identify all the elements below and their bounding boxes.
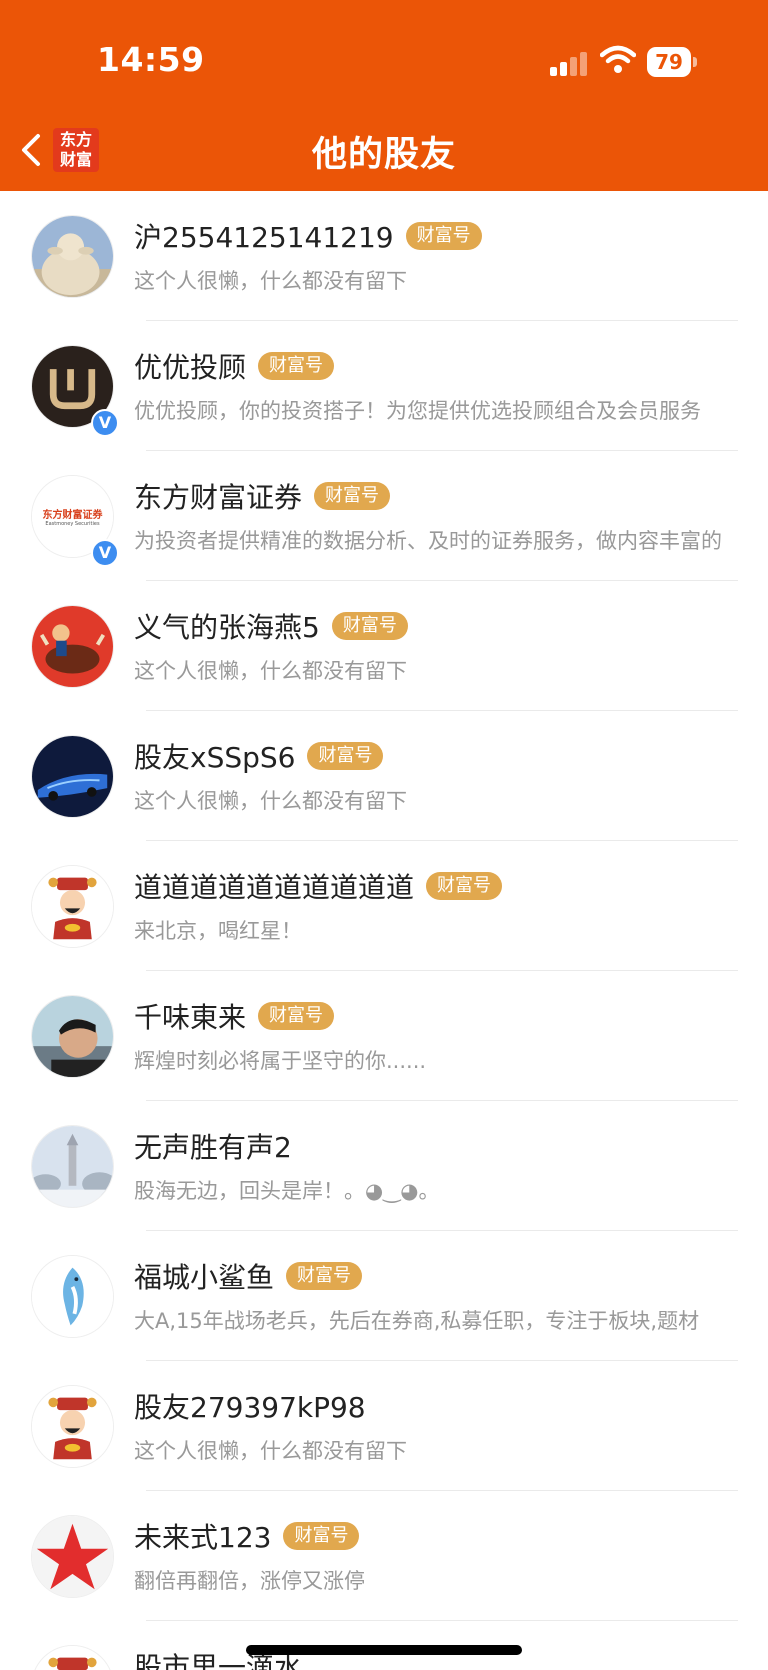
- list-item[interactable]: 道道道道道道道道道道 财富号来北京，喝红星！: [0, 841, 768, 971]
- user-name: 东方财富证券: [134, 481, 303, 514]
- verified-icon: V: [91, 539, 119, 567]
- user-description: 股海无边，回头是岸！。◕‿◕。: [134, 1179, 440, 1203]
- fortune-badge: 财富号: [286, 1262, 363, 1290]
- fortune-badge: 财富号: [405, 222, 482, 250]
- user-description: 来北京，喝红星！: [134, 919, 302, 943]
- battery-icon: 79: [647, 47, 697, 77]
- avatar-logo-text: 东方财富证券: [42, 510, 103, 521]
- avatar[interactable]: [31, 865, 114, 948]
- fortune-badge: 财富号: [283, 1522, 360, 1550]
- list-item[interactable]: 沪2554125141219 财富号这个人很懒，什么都没有留下: [0, 191, 768, 321]
- fortune-badge: 财富号: [258, 352, 335, 380]
- user-description: 辉煌时刻必将属于坚守的你......: [134, 1049, 427, 1073]
- user-description: 这个人很懒，什么都没有留下: [134, 789, 407, 813]
- avatar[interactable]: [31, 735, 114, 818]
- fortune-badge: 财富号: [331, 612, 408, 640]
- user-name: 股友279397kP98: [134, 1391, 366, 1424]
- list-item[interactable]: 东方财富证券 Eastmoney Securities V 东方财富证券 财富号 为投资者…: [0, 451, 768, 581]
- list-item[interactable]: 股友xSSpS6 财富号这个人很懒，什么都没有留下: [0, 711, 768, 841]
- user-name: 道道道道道道道道道道: [134, 871, 415, 904]
- user-name: 股友xSSpS6: [134, 741, 296, 774]
- user-description: 优优投顾，你的投资搭子！为您提供优选投顾组合及会员服务: [134, 399, 701, 423]
- avatar[interactable]: [31, 1645, 114, 1670]
- home-indicator: [246, 1645, 522, 1655]
- status-time: 14:59: [97, 40, 205, 79]
- list-item[interactable]: 千味東来 财富号辉煌时刻必将属于坚守的你......: [0, 971, 768, 1101]
- friend-list: 沪2554125141219 财富号 这个人很懒，什么都没有留下 V 优优投顾 财富号 优优…: [0, 191, 768, 1670]
- list-item[interactable]: 未来式123 财富号翻倍再翻倍，涨停又涨停: [0, 1491, 768, 1621]
- list-item[interactable]: V 优优投顾 财富号优优投顾，你的投资搭子！为您提供优选投顾组合及会员服务: [0, 321, 768, 451]
- avatar[interactable]: [31, 995, 114, 1078]
- user-name: 沪2554125141219: [134, 221, 394, 254]
- user-description: 这个人很懒，什么都没有留下: [134, 269, 407, 293]
- fortune-badge: 财富号: [307, 742, 384, 770]
- user-name: 优优投顾: [134, 351, 247, 384]
- list-item[interactable]: 无声胜有声2 股海无边，回头是岸！。◕‿◕。: [0, 1101, 768, 1231]
- avatar[interactable]: [31, 1125, 114, 1208]
- user-description: 这个人很懒，什么都没有留下: [134, 1439, 407, 1463]
- user-name: 福城小鲨鱼: [134, 1261, 275, 1294]
- page-title: 他的股友: [311, 135, 456, 175]
- list-item[interactable]: 股友279397kP98 这个人很懒，什么都没有留下: [0, 1361, 768, 1491]
- user-name: 未来式123: [134, 1521, 272, 1554]
- user-name: 千味東来: [134, 1001, 247, 1034]
- avatar[interactable]: [31, 1385, 114, 1468]
- wifi-icon: [599, 45, 637, 75]
- fortune-badge: 财富号: [426, 872, 503, 900]
- avatar-logo-subtext: Eastmoney Securities: [45, 521, 100, 527]
- user-description: 大A,15年战场老兵，先后在券商,私募任职，专注于板块,题材: [134, 1309, 700, 1333]
- list-item[interactable]: 福城小鲨鱼 财富号大A,15年战场老兵，先后在券商,私募任职，专注于板块,题材: [0, 1231, 768, 1361]
- user-name: 义气的张海燕5: [134, 611, 320, 644]
- user-name: 无声胜有声2: [134, 1131, 292, 1164]
- fortune-badge: 财富号: [258, 1002, 335, 1030]
- verified-icon: V: [91, 409, 119, 437]
- avatar[interactable]: [31, 1255, 114, 1338]
- user-description: 这个人很懒，什么都没有留下: [134, 659, 407, 683]
- list-item[interactable]: 义气的张海燕5 财富号这个人很懒，什么都没有留下: [0, 581, 768, 711]
- fortune-badge: 财富号: [314, 482, 391, 510]
- battery-level: 79: [647, 47, 691, 77]
- user-description: 为投资者提供精准的数据分析、及时的证券服务，做内容丰富的: [134, 529, 722, 553]
- avatar[interactable]: [31, 1515, 114, 1598]
- cellular-signal-icon: [550, 50, 590, 76]
- avatar[interactable]: [31, 605, 114, 688]
- header-bar: 14:59 79 东方 财富 他的股友: [0, 0, 768, 191]
- avatar[interactable]: [31, 215, 114, 298]
- user-description: 翻倍再翻倍，涨停又涨停: [134, 1569, 365, 1593]
